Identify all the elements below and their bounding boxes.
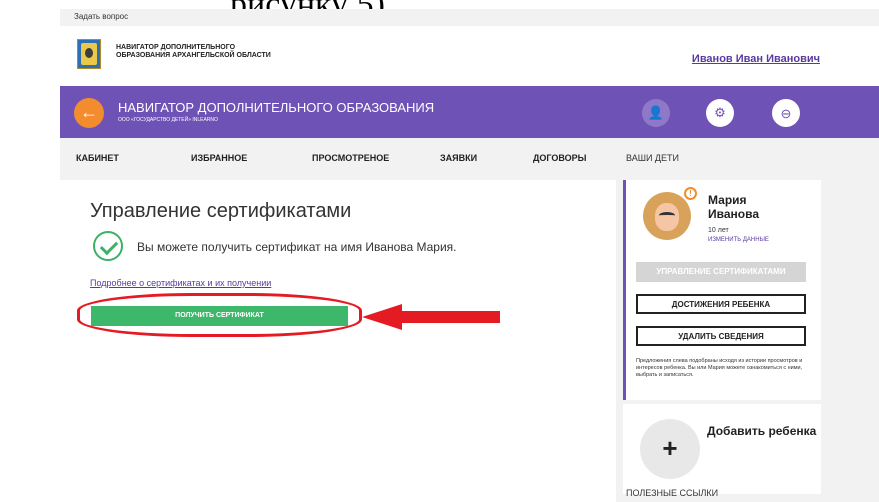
red-pointer-arrow-icon bbox=[362, 304, 500, 330]
child-card: ! Мария Иванова 10 лет ИЗМЕНИТЬ ДАННЫЕ У… bbox=[623, 180, 821, 400]
cabinet-nav: КАБИНЕТ ИЗБРАННОЕ ПРОСМОТРЕНОЕ ЗАЯВКИ ДО… bbox=[60, 138, 616, 180]
add-child-card[interactable]: + Добавить ребенка bbox=[623, 404, 821, 494]
checkmark-icon bbox=[93, 231, 123, 261]
user-profile-link[interactable]: Иванов Иван Иванович bbox=[692, 53, 820, 65]
page-title: Управление сертификатами bbox=[90, 200, 352, 222]
alert-icon: ! bbox=[684, 187, 697, 200]
nav-favorites[interactable]: ИЗБРАННОЕ bbox=[191, 153, 247, 163]
logout-icon[interactable]: ⊖ bbox=[772, 99, 800, 127]
user-icon[interactable]: 👤 bbox=[642, 99, 670, 127]
nav-viewed[interactable]: ПРОСМОТРЕНОЕ bbox=[312, 153, 389, 163]
recommendations-hint: Предложения слева подобраны исходя из ис… bbox=[636, 358, 803, 378]
navigator-bar: ← НАВИГАТОР ДОПОЛНИТЕЛЬНОГО ОБРАЗОВАНИЯ … bbox=[60, 86, 879, 138]
add-child-label[interactable]: Добавить ребенка bbox=[707, 424, 817, 438]
manage-certificates-button[interactable]: УПРАВЛЕНИЕ СЕРТИФИКАТАМИ bbox=[636, 262, 806, 282]
back-arrow-icon[interactable]: ← bbox=[74, 98, 104, 128]
eligibility-message: Вы можете получить сертификат на имя Ива… bbox=[137, 240, 457, 254]
delete-child-button[interactable]: УДАЛИТЬ СВЕДЕНИЯ bbox=[636, 326, 806, 346]
certificates-info-link[interactable]: Подробнее о сертификатах и их получении bbox=[90, 278, 271, 288]
page-background-strip bbox=[821, 138, 879, 502]
nav-cabinet[interactable]: КАБИНЕТ bbox=[76, 153, 119, 163]
child-achievements-button[interactable]: ДОСТИЖЕНИЯ РЕБЕНКА bbox=[636, 294, 806, 314]
region-emblem-logo[interactable] bbox=[77, 39, 101, 69]
navigator-title: НАВИГАТОР ДОПОЛНИТЕЛЬНОГО ОБРАЗОВАНИЯ bbox=[118, 100, 435, 115]
navigator-subtitle: ООО «ГОСУДАРСТВО ДЕТЕЙ» INLEARNO bbox=[118, 117, 218, 123]
get-certificate-button[interactable]: ПОЛУЧИТЬ СЕРТИФИКАТ bbox=[91, 306, 348, 326]
org-name: НАВИГАТОР ДОПОЛНИТЕЛЬНОГО ОБРАЗОВАНИЯ АР… bbox=[116, 44, 271, 59]
your-children-heading: ВАШИ ДЕТИ bbox=[626, 153, 679, 163]
ask-question-link[interactable]: Задать вопрос bbox=[74, 12, 128, 21]
child-avatar[interactable] bbox=[643, 192, 691, 240]
plus-icon[interactable]: + bbox=[640, 419, 700, 479]
site-header: НАВИГАТОР ДОПОЛНИТЕЛЬНОГО ОБРАЗОВАНИЯ АР… bbox=[60, 26, 879, 86]
useful-links-heading: ПОЛЕЗНЫЕ ССЫЛКИ bbox=[626, 488, 719, 498]
certificates-panel: Управление сертификатами Вы можете получ… bbox=[60, 180, 616, 502]
top-utility-bar: Задать вопрос bbox=[60, 9, 879, 26]
edit-child-link[interactable]: ИЗМЕНИТЬ ДАННЫЕ bbox=[708, 237, 769, 243]
nav-contracts[interactable]: ДОГОВОРЫ bbox=[533, 153, 587, 163]
child-name: Мария Иванова bbox=[708, 193, 759, 221]
page: рисунку 5) Задать вопрос НАВИГАТОР ДОПОЛ… bbox=[0, 0, 879, 502]
nav-applications[interactable]: ЗАЯВКИ bbox=[440, 153, 477, 163]
filter-sliders-icon[interactable]: ⚙ bbox=[706, 99, 734, 127]
child-age: 10 лет bbox=[708, 227, 729, 234]
children-sidebar: ВАШИ ДЕТИ ! Мария Иванова 10 лет ИЗМЕНИТ… bbox=[616, 138, 821, 502]
